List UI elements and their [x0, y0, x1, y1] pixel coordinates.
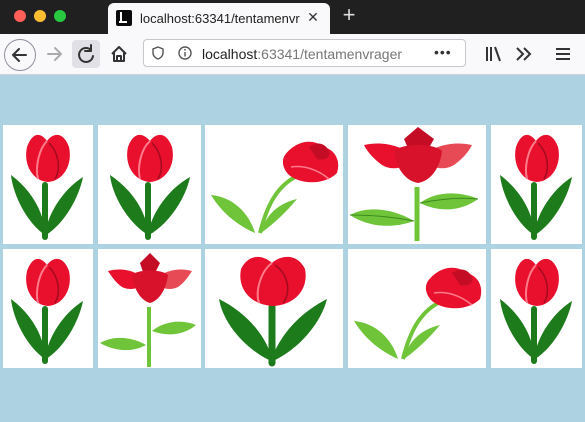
upright-tulip-image [500, 258, 572, 364]
arrow-right-icon [47, 47, 62, 61]
chevron-double-right-icon[interactable] [514, 44, 534, 64]
close-window-button[interactable] [14, 10, 26, 22]
tab-title: localhost:63341/tentamenvrage [140, 11, 300, 26]
tulip-card[interactable] [3, 125, 93, 244]
upright-tulip-image [110, 134, 190, 240]
tulip-card[interactable] [98, 125, 201, 244]
back-button[interactable] [4, 39, 36, 71]
favicon-icon [116, 10, 132, 26]
home-button[interactable] [104, 39, 134, 69]
upright-tulip-image [500, 134, 572, 240]
url-text: localhost:63341/tentamenvrager [202, 46, 410, 62]
shield-icon [152, 46, 164, 60]
minimize-window-button[interactable] [34, 10, 46, 22]
browser-toolbar: localhost:63341/tentamenvrager ••• [0, 34, 585, 75]
page-content [0, 75, 585, 422]
tulip-card[interactable] [98, 249, 201, 368]
tulip-card[interactable] [205, 249, 343, 368]
bent-tulip-image [211, 141, 339, 234]
tulip-card[interactable] [205, 125, 343, 244]
page-actions-button[interactable]: ••• [434, 44, 452, 60]
upright-tulip-image [11, 258, 83, 364]
reload-button[interactable] [72, 40, 100, 68]
url-path: :63341/tentamenvrager [257, 46, 403, 62]
tulip-card[interactable] [491, 125, 582, 244]
home-icon [111, 46, 127, 62]
zoom-window-button[interactable] [54, 10, 66, 22]
window-titlebar: localhost:63341/tentamenvrage ✕ + [0, 0, 585, 34]
upright-tulip-image [219, 256, 327, 367]
url-host: localhost [202, 46, 258, 62]
forward-button[interactable] [40, 39, 70, 69]
close-tab-button[interactable]: ✕ [304, 8, 322, 26]
tulip-card[interactable] [3, 249, 93, 368]
hamburger-icon[interactable] [553, 44, 573, 64]
new-tab-button[interactable]: + [338, 4, 360, 26]
arrow-left-icon [12, 48, 27, 62]
tulip-card[interactable] [348, 249, 486, 368]
library-icon[interactable] [484, 44, 504, 64]
info-icon[interactable] [178, 46, 192, 60]
upright-tulip-image [11, 134, 83, 240]
open-tulip-image [349, 127, 479, 241]
bent-tulip-image [354, 267, 482, 360]
reload-icon [78, 44, 94, 63]
browser-tab[interactable]: localhost:63341/tentamenvrage ✕ [108, 3, 330, 34]
address-bar[interactable]: localhost:63341/tentamenvrager ••• [143, 39, 466, 67]
tulip-card[interactable] [491, 249, 582, 368]
tulip-card[interactable] [348, 125, 486, 244]
open-tulip-image [100, 253, 196, 367]
